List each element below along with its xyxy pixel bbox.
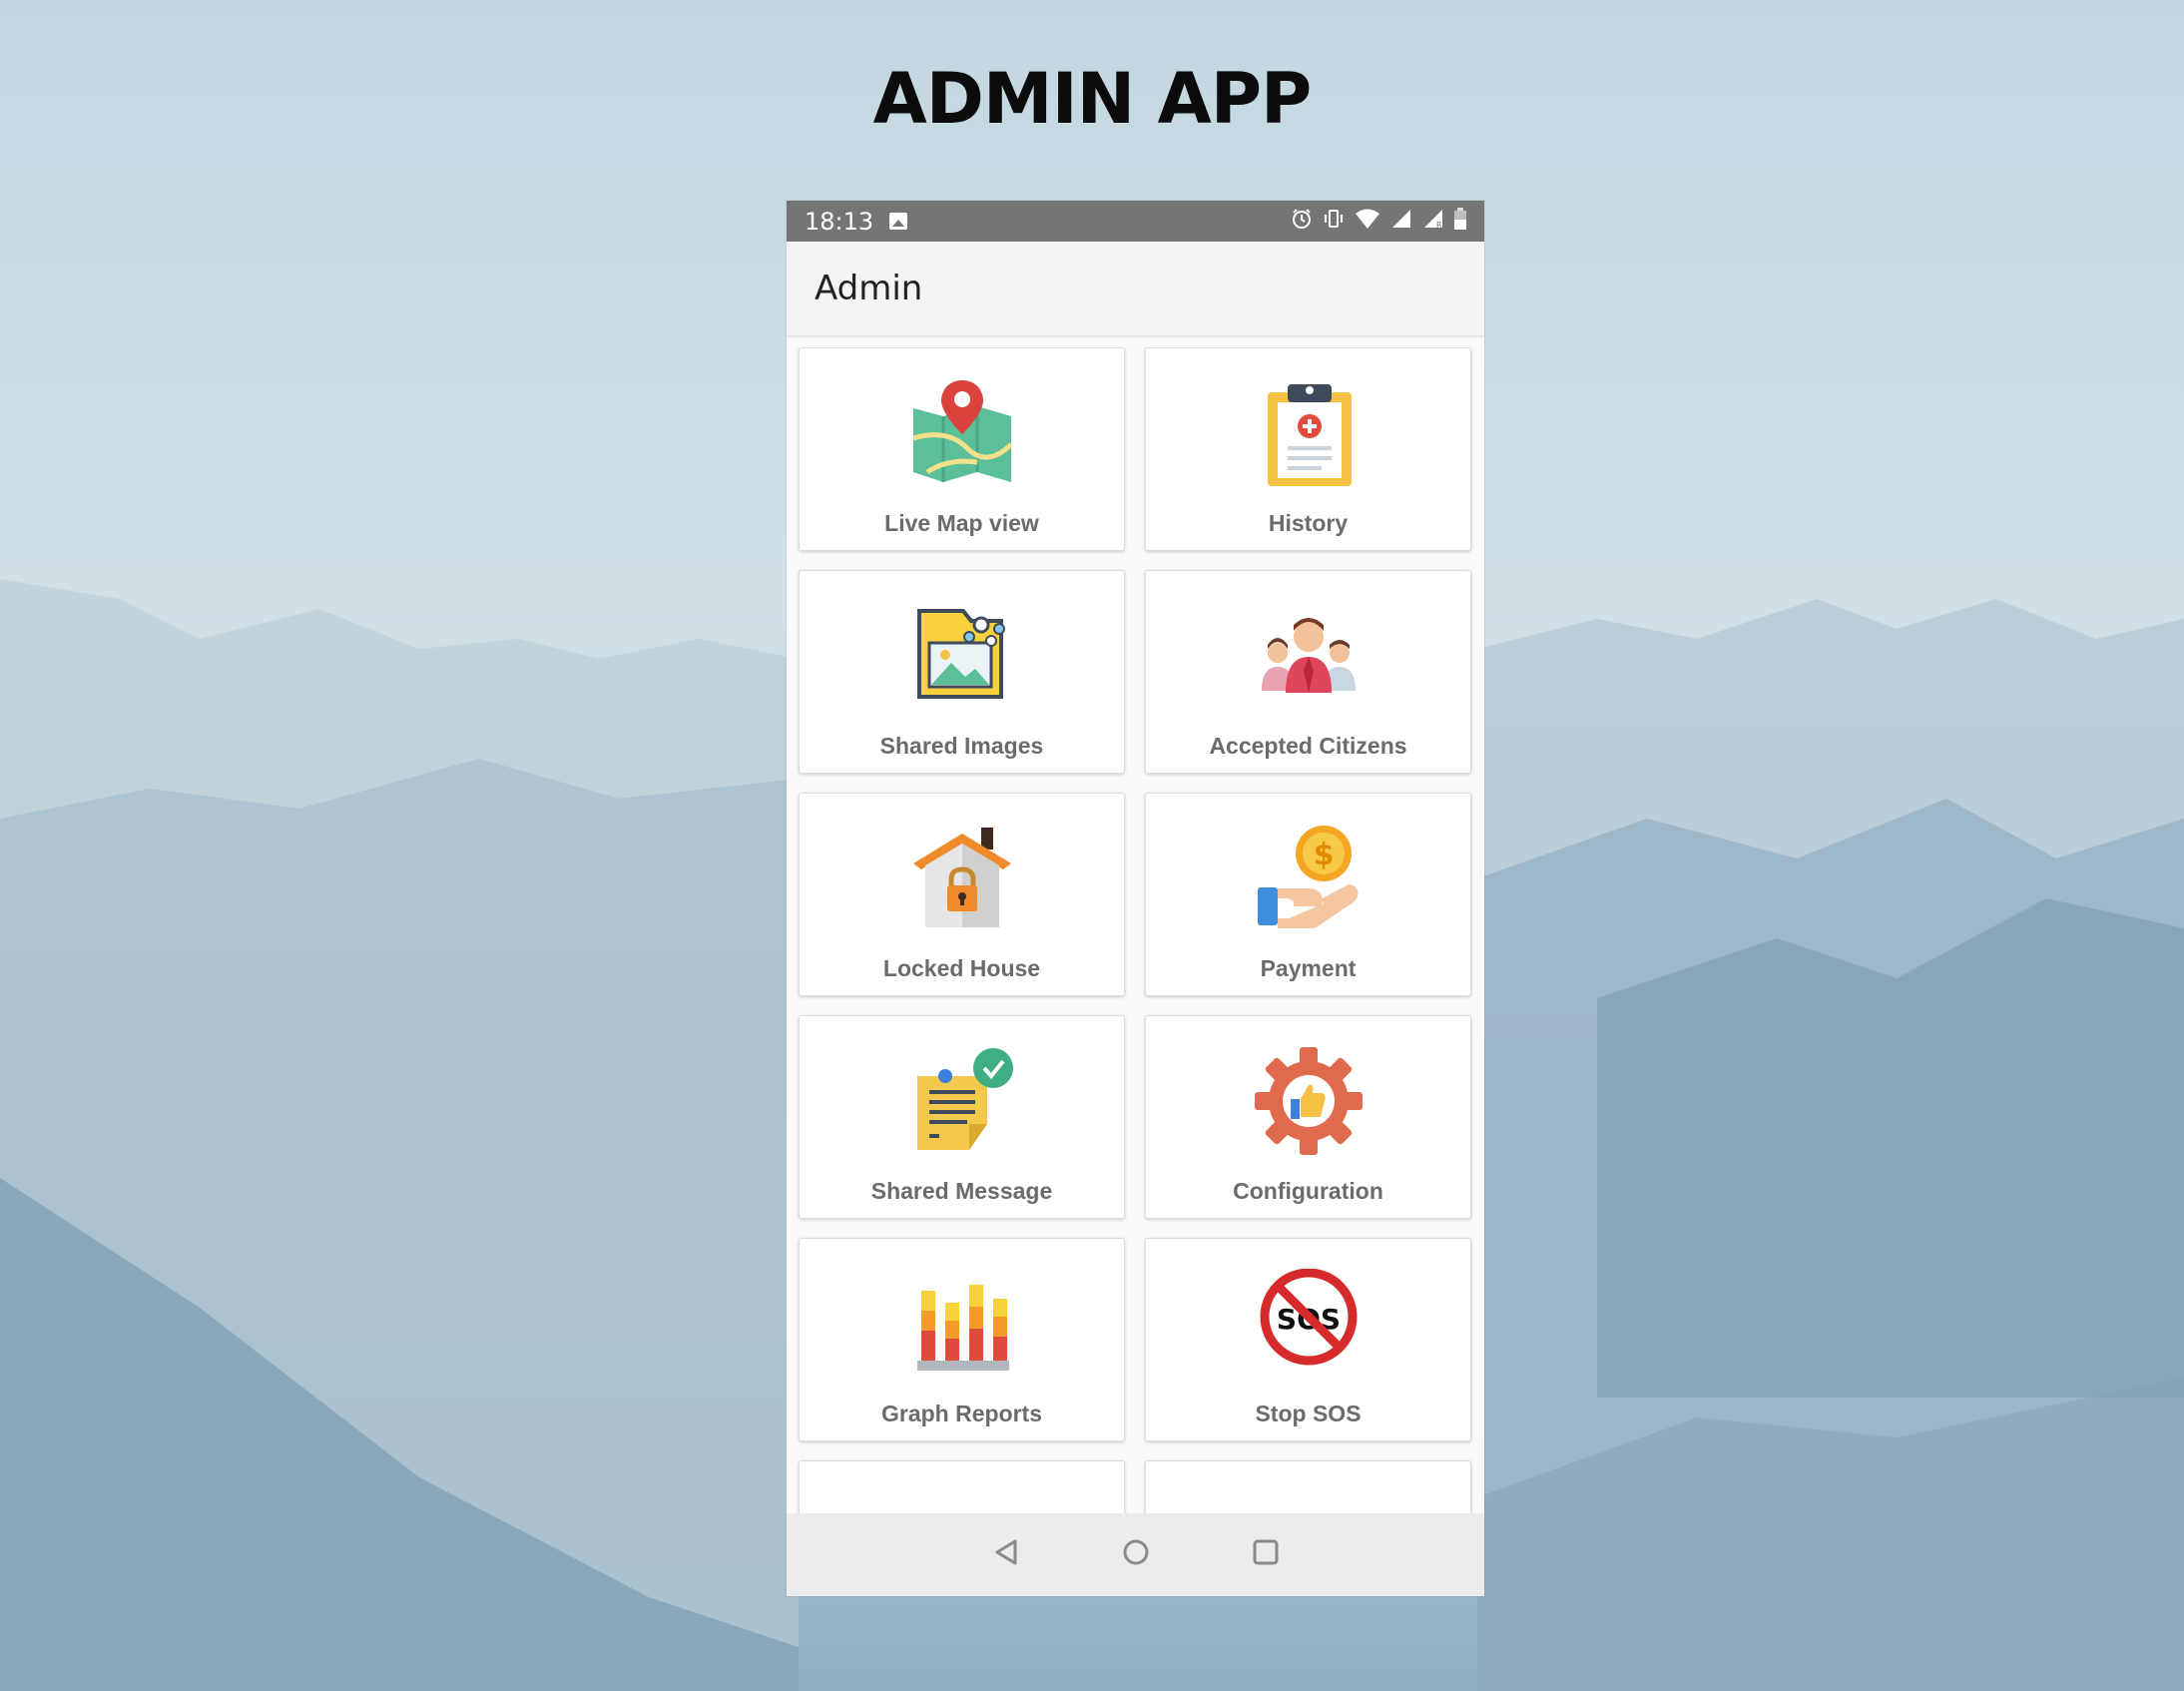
bar-graph-icon (800, 1269, 1124, 1379)
map-pin-icon (800, 378, 1124, 488)
home-icon[interactable] (1121, 1537, 1151, 1572)
app-bar: Admin (787, 242, 1484, 337)
tile-history[interactable]: History (1145, 347, 1471, 551)
payment-hand-icon: $ (1146, 824, 1470, 933)
people-icon (1146, 601, 1470, 711)
page-title: ADMIN APP (872, 58, 1313, 140)
wifi-icon (1355, 208, 1380, 235)
tile-label: Payment (1260, 955, 1357, 981)
status-bar: 18:13 R (787, 201, 1484, 242)
tile-label: Live Map view (884, 510, 1039, 536)
locked-house-icon (800, 824, 1124, 933)
tile-label: Shared Images (879, 733, 1044, 759)
tile-label: Accepted Citizens (1209, 733, 1407, 759)
status-time: 18:13 (805, 207, 874, 236)
battery-icon (1454, 208, 1466, 235)
tile-live-map-view[interactable]: Live Map view (799, 347, 1125, 551)
tile-label: History (1268, 510, 1349, 536)
tile-shared-images[interactable]: Shared Images (799, 570, 1125, 774)
tile-locked-house[interactable]: Locked House (799, 793, 1125, 996)
tile-label: Shared Message (870, 1178, 1053, 1204)
note-check-icon (800, 1046, 1124, 1156)
back-icon[interactable] (991, 1537, 1021, 1572)
stop-sos-icon: SOS (1146, 1269, 1470, 1379)
status-icons: R (1291, 201, 1466, 242)
tile-configuration[interactable]: Configuration (1145, 1015, 1471, 1219)
tile-grid: Live Map view History Shared Images Acce… (787, 347, 1484, 1596)
signal-icon (1390, 208, 1412, 235)
clipboard-icon (1146, 378, 1470, 488)
tile-graph-reports[interactable]: Graph Reports (799, 1238, 1125, 1441)
tile-label: Locked House (882, 955, 1041, 981)
tile-shared-message[interactable]: Shared Message (799, 1015, 1125, 1219)
tile-label: Graph Reports (880, 1401, 1043, 1426)
tile-payment[interactable]: $ Payment (1145, 793, 1471, 996)
signal-r-icon: R (1422, 208, 1444, 235)
image-folder-icon (800, 601, 1124, 711)
vibrate-icon (1323, 208, 1345, 235)
svg-text:$: $ (1313, 838, 1334, 872)
navigation-bar (787, 1513, 1484, 1596)
tile-stop-sos[interactable]: SOS Stop SOS (1145, 1238, 1471, 1441)
app-title: Admin (815, 269, 923, 308)
recents-icon[interactable] (1251, 1537, 1281, 1572)
phone-screen: 18:13 R Admin Live Map view History Shar… (787, 201, 1484, 1596)
tile-label: Configuration (1233, 1178, 1383, 1204)
alarm-icon (1291, 208, 1313, 235)
tile-label: Stop SOS (1255, 1401, 1362, 1426)
tile-accepted-citizens[interactable]: Accepted Citizens (1145, 570, 1471, 774)
svg-text:R: R (1436, 221, 1442, 230)
image-icon (889, 213, 908, 230)
gear-thumb-icon (1146, 1046, 1470, 1156)
